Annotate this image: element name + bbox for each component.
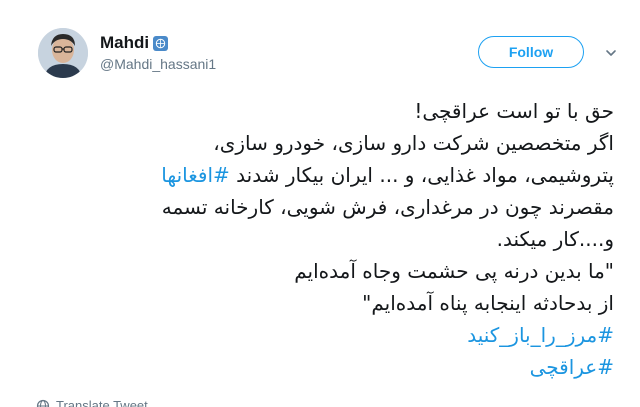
tweet-line: از بدحادثه اینجابه پناه آمده‌ایم" xyxy=(362,291,614,315)
user-names: Mahdi @Mahdi_hassani1 xyxy=(100,33,216,72)
display-name[interactable]: Mahdi xyxy=(100,33,149,53)
tweet-card: Mahdi @Mahdi_hassani1 Follow حق با تو اس… xyxy=(0,0,640,407)
hashtag-link[interactable]: #عراقچی xyxy=(24,351,614,383)
hashtag-link[interactable]: #مرز_را_باز_کنید xyxy=(24,319,614,351)
tweet-line: پتروشیمی، مواد غذایی، و ... ایران بیکار … xyxy=(24,159,614,191)
tweet-line: مقصرند چون در مرغداری، فرش شویی، کارخانه… xyxy=(161,195,614,219)
tweet-text: حق با تو است عراقچی! اگر متخصصین شرکت دا… xyxy=(24,95,614,383)
tweet-line: حق با تو است عراقچی! xyxy=(414,99,614,123)
translate-tweet-link[interactable]: Translate Tweet xyxy=(36,398,148,407)
tweet-line: و....کار میکند. xyxy=(496,227,614,251)
avatar[interactable] xyxy=(38,28,88,78)
globe-icon xyxy=(36,399,50,407)
user-handle[interactable]: @Mahdi_hassani1 xyxy=(100,56,216,72)
tweet-line: "ما بدین درنه پی حشمت وجاه آمده‌ایم xyxy=(294,259,614,283)
tweet-header: Mahdi @Mahdi_hassani1 Follow xyxy=(34,28,620,84)
chevron-down-icon[interactable] xyxy=(604,46,618,60)
verified-un-badge-icon xyxy=(153,35,169,51)
tweet-line: اگر متخصصین شرکت دارو سازی، خودرو سازی، xyxy=(213,131,614,155)
tweet-line-text: پتروشیمی، مواد غذایی، و ... ایران بیکار … xyxy=(229,163,614,187)
hashtag-link[interactable]: #افغانها xyxy=(161,163,230,187)
display-name-row[interactable]: Mahdi xyxy=(100,33,169,53)
translate-label[interactable]: Translate Tweet xyxy=(56,398,148,407)
follow-button[interactable]: Follow xyxy=(478,36,584,68)
